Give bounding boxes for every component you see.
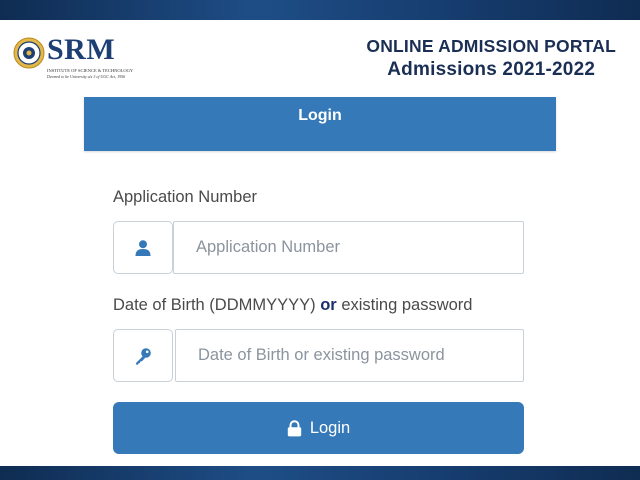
university-seal-icon bbox=[13, 37, 45, 69]
login-card-header: Login bbox=[84, 97, 556, 151]
logo-subline: INSTITUTE OF SCIENCE & TECHNOLOGY bbox=[47, 68, 134, 73]
key-icon bbox=[136, 347, 151, 365]
portal-title: ONLINE ADMISSION PORTAL bbox=[366, 36, 616, 56]
password-label-alt: existing password bbox=[341, 296, 473, 314]
lock-icon bbox=[287, 419, 302, 436]
password-input[interactable] bbox=[175, 329, 524, 382]
application-number-label: Application Number bbox=[113, 188, 257, 206]
portal-heading: ONLINE ADMISSION PORTAL Admissions 2021-… bbox=[366, 35, 616, 83]
login-button-label: Login bbox=[309, 419, 351, 437]
srm-logo: SRM INSTITUTE OF SCIENCE & TECHNOLOGY De… bbox=[13, 33, 133, 85]
password-label: Date of Birth (DDMMYYYY) or existing pas… bbox=[113, 296, 472, 315]
application-number-addon bbox=[113, 221, 173, 274]
bottom-banner-stripe bbox=[0, 466, 640, 480]
password-label-main: Date of Birth (DDMMYYYY) bbox=[113, 296, 316, 314]
application-number-input[interactable] bbox=[173, 221, 524, 274]
top-banner-stripe bbox=[0, 0, 640, 20]
logo-tagline: Deemed to be University u/s 3 of UGC Act… bbox=[47, 74, 126, 79]
portal-subtitle: Admissions 2021-2022 bbox=[387, 59, 596, 80]
login-button[interactable]: Login bbox=[113, 402, 524, 454]
logo-wordmark: SRM bbox=[47, 33, 116, 66]
password-label-or: or bbox=[320, 296, 337, 314]
user-icon bbox=[135, 239, 151, 256]
password-addon bbox=[113, 329, 173, 382]
